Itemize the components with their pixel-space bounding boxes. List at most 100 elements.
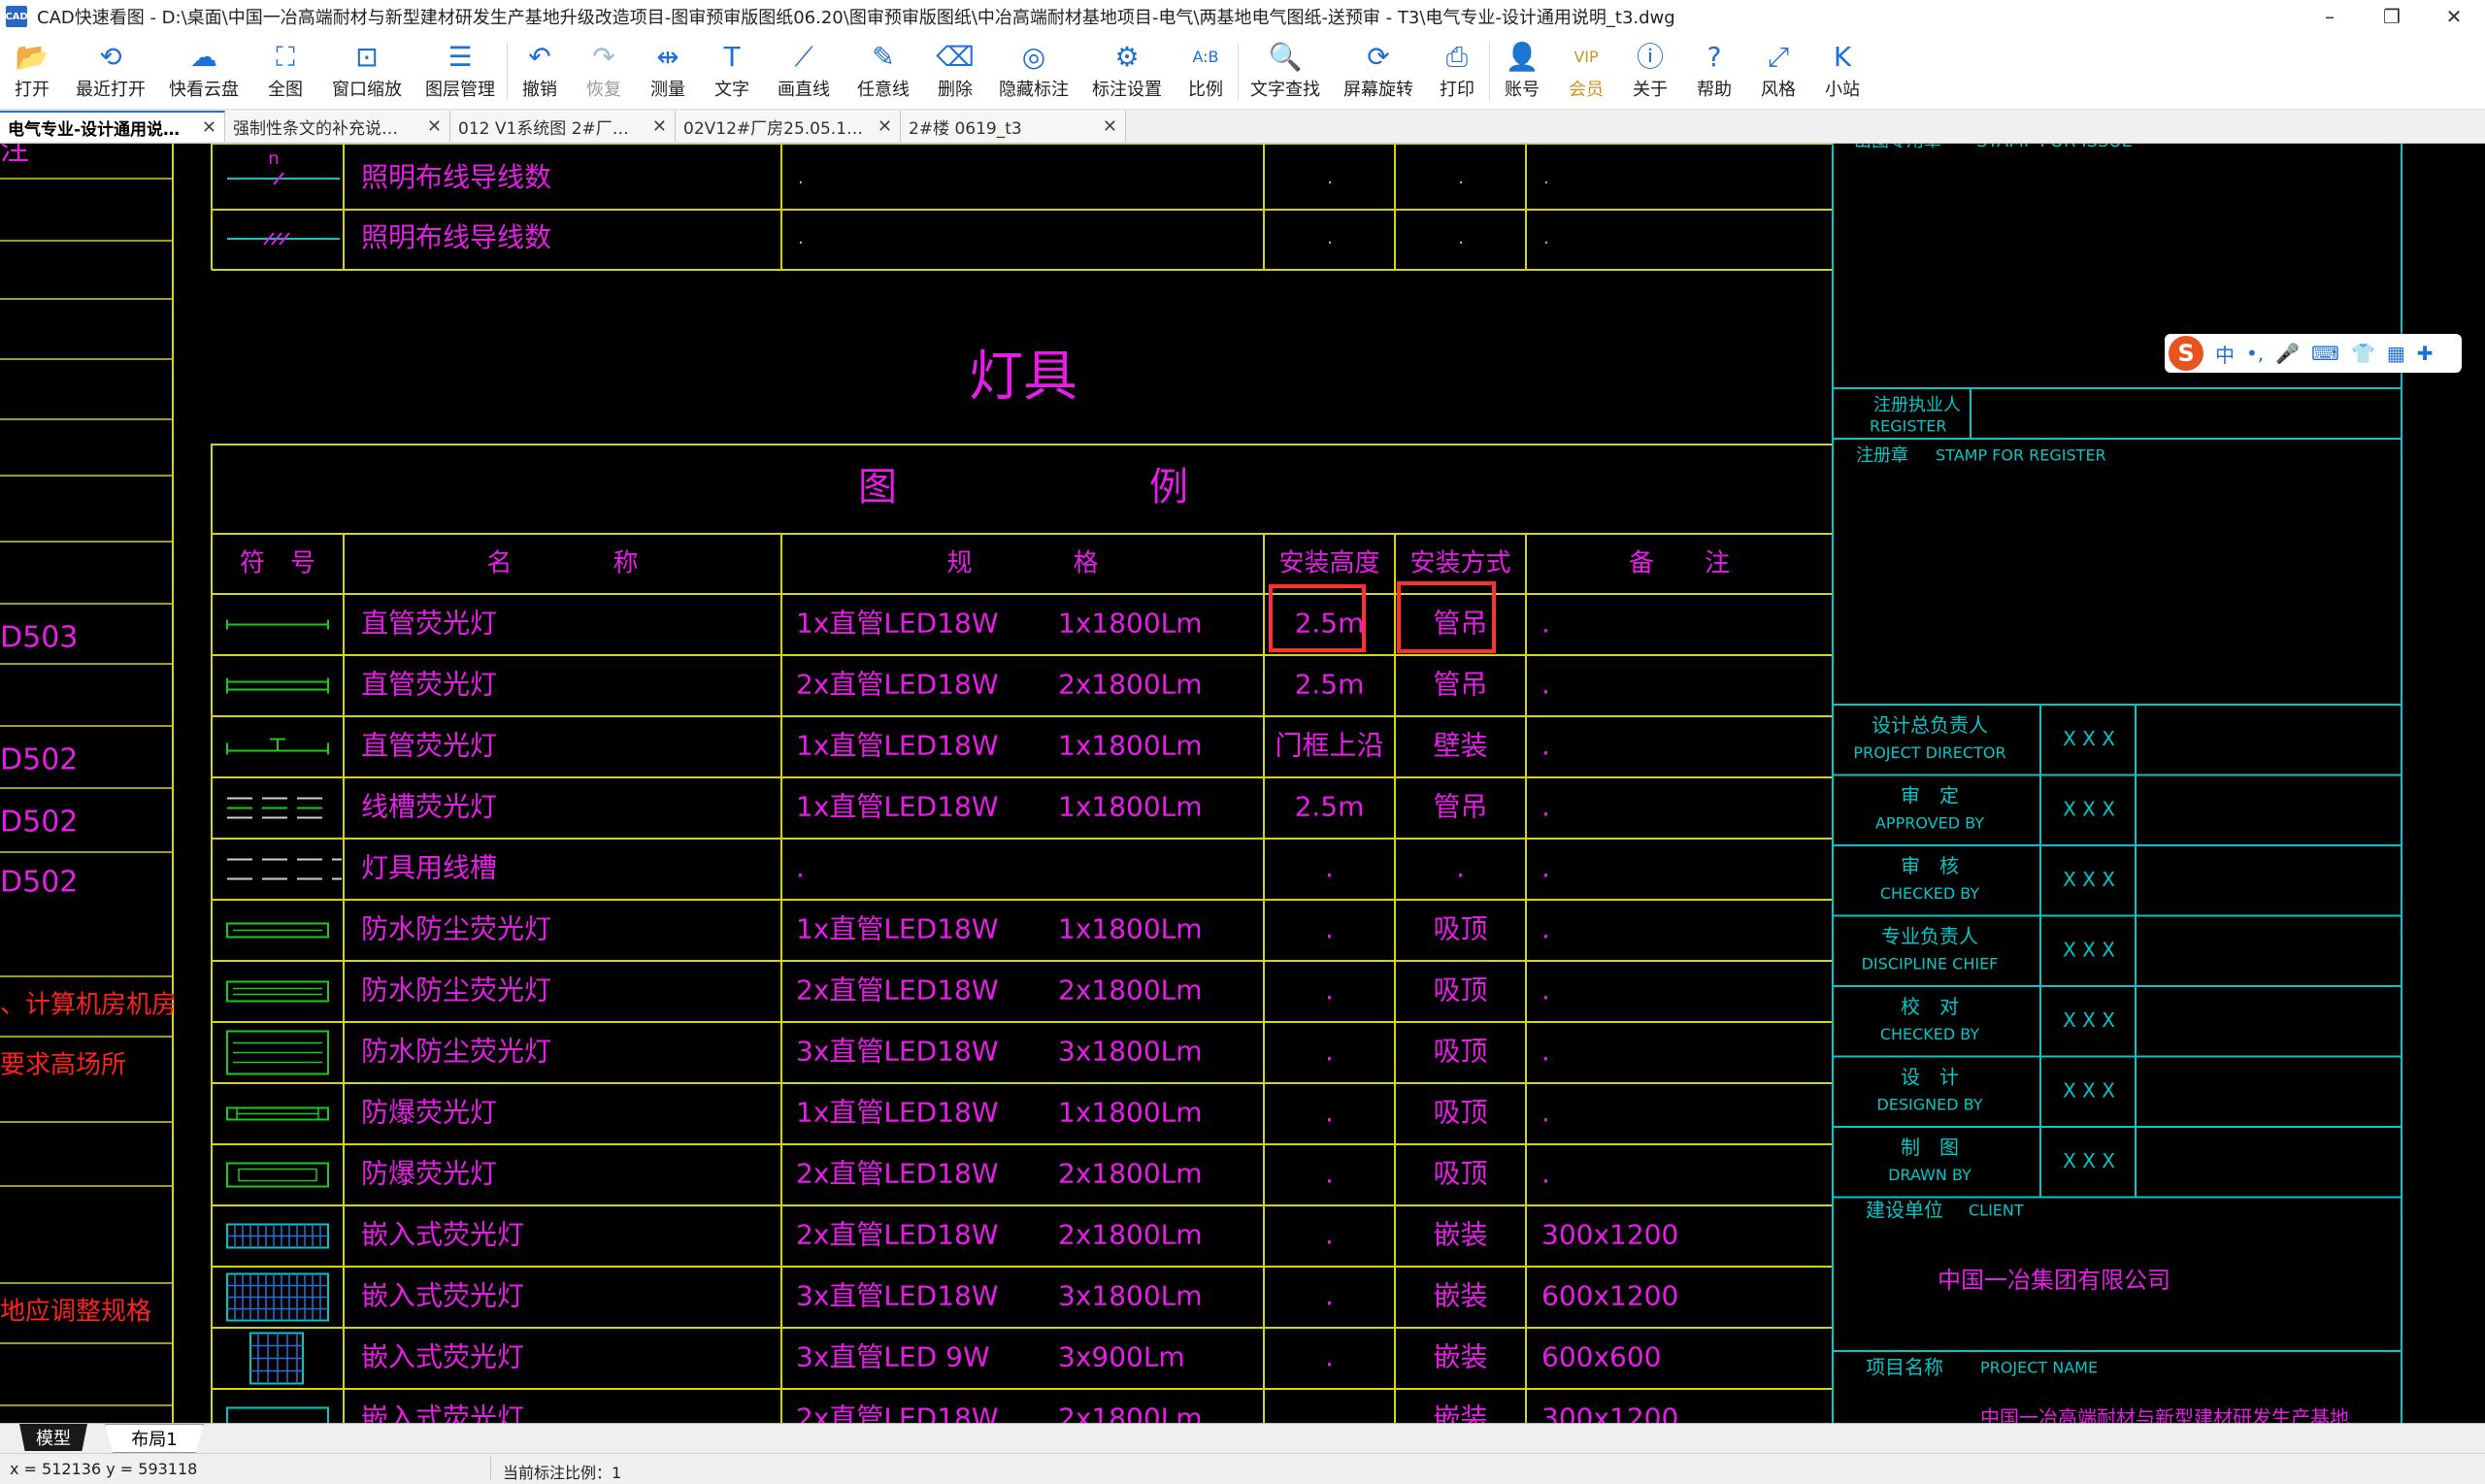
left-strip-label: 地应调整规格 (0, 1298, 151, 1327)
vip-button[interactable]: VIP 会员 (1554, 33, 1618, 109)
lamp-spec-lumen: 2x1800Lm (1058, 1402, 1203, 1424)
redo-button[interactable]: ↷ 恢复 (572, 33, 636, 109)
maximize-button[interactable]: ❐ (2361, 0, 2423, 33)
ime-toolbar[interactable]: S 中 •, 🎤 ⌨ 👕 ▦ ✚ (2165, 334, 2462, 373)
model-tab[interactable]: 模型 (19, 1424, 87, 1451)
tab-close-icon[interactable]: ✕ (427, 116, 442, 137)
role-en: CHECKED BY (1880, 1025, 1980, 1043)
close-button[interactable]: ✕ (2423, 0, 2485, 33)
ime-microphone-icon[interactable]: 🎤 (2275, 342, 2300, 365)
ime-skin-icon[interactable]: 👕 (2351, 342, 2375, 365)
measure-button[interactable]: ⇹ 测量 (636, 33, 700, 109)
mini-station-button[interactable]: K 小站 (1810, 33, 1874, 109)
about-label: 关于 (1633, 80, 1668, 100)
lamp-remark: . (1541, 1036, 1550, 1068)
text-search-button[interactable]: 🔍 文字查找 (1239, 33, 1332, 109)
minimize-button[interactable]: – (2299, 0, 2361, 33)
document-tab[interactable]: 强制性条文的补充说… ✕ (225, 111, 450, 142)
layer-manager-icon: ☰ (447, 41, 473, 73)
client-en: CLIENT (1969, 1202, 2024, 1220)
status-divider (490, 1457, 491, 1480)
lamp-install-height: 门框上沿 (1275, 730, 1383, 762)
help-label: 帮助 (1697, 80, 1732, 100)
document-tab[interactable]: 2#楼 0619_t3 ✕ (901, 111, 1126, 142)
role-en: DESIGNED BY (1876, 1095, 1982, 1113)
delete-label: 删除 (938, 80, 973, 100)
document-tab[interactable]: 电气专业-设计通用说… ✕ (0, 111, 225, 142)
delete-icon: ⌫ (936, 41, 975, 73)
draw-line-button[interactable]: ⟋ 画直线 (764, 33, 844, 109)
document-tab[interactable]: 012 V1系统图 2#厂房… ✕ (450, 111, 676, 142)
help-button[interactable]: ? 帮助 (1682, 33, 1746, 109)
cloud-button[interactable]: ☁ 快看云盘 (157, 33, 250, 109)
full-view-button[interactable]: ⛶ 全图 (250, 33, 320, 109)
ime-punctuation-icon[interactable]: •, (2246, 342, 2264, 365)
lamp-spec-lumen: 2x1800Lm (1058, 974, 1203, 1006)
lamp-install-method: . (1456, 852, 1465, 884)
tab-close-icon[interactable]: ✕ (202, 117, 216, 138)
print-button[interactable]: ⎙ 打印 (1425, 33, 1489, 109)
ime-apps-icon[interactable]: ▦ (2387, 342, 2405, 365)
lamp-spec-power: 3x直管LED18W (796, 1280, 999, 1312)
lamp-spec-power: 1x直管LED18W (796, 608, 999, 640)
lamp-spec-lumen: 3x1800Lm (1058, 1036, 1203, 1068)
annotation-settings-button[interactable]: ⚙ 标注设置 (1080, 33, 1174, 109)
document-tab[interactable]: 02V12#厂房25.05.19_… ✕ (676, 111, 901, 142)
draw-line-icon: ⟋ (794, 41, 813, 73)
style-button[interactable]: ⤢ 风格 (1746, 33, 1810, 109)
window-zoom-button[interactable]: ⊡ 窗口缩放 (320, 33, 414, 109)
top-row-dot: . (1543, 228, 1549, 248)
hide-annotation-button[interactable]: ◎ 隐藏标注 (987, 33, 1080, 109)
undo-button[interactable]: ↶ 撤销 (508, 33, 572, 109)
lamp-spec-lumen: 3x1800Lm (1058, 1280, 1203, 1312)
stamp-register-en: STAMP FOR REGISTER (1936, 446, 2106, 465)
lamp-name: 防爆荧光灯 (361, 1158, 497, 1190)
open-button[interactable]: 📂 打开 (0, 33, 64, 109)
legend-title-right: 例 (1149, 465, 1188, 510)
freehand-label: 任意线 (857, 80, 910, 100)
drawing-canvas[interactable]: 注 D503 D502 D502 D502 、计算机房机房 要求高场所 地应调整规格 n 照明布线… (0, 144, 2485, 1423)
text-button[interactable]: T 文字 (700, 33, 764, 109)
recent-button[interactable]: ⟲ 最近打开 (64, 33, 157, 109)
client-cn: 建设单位 (1866, 1199, 1943, 1222)
about-button[interactable]: ⓘ 关于 (1618, 33, 1682, 109)
account-button[interactable]: 👤 账号 (1490, 33, 1554, 109)
lamp-install-method: 管吊 (1433, 791, 1487, 823)
open-icon: 📂 (15, 41, 50, 73)
freehand-button[interactable]: ✎ 任意线 (844, 33, 923, 109)
lamp-install-height: 2.5m (1295, 669, 1365, 701)
account-label: 账号 (1505, 80, 1540, 100)
tab-close-icon[interactable]: ✕ (1103, 116, 1117, 137)
layer-manager-button[interactable]: ☰ 图层管理 (414, 33, 507, 109)
tab-label: 2#楼 0619_t3 (909, 118, 1022, 139)
lamp-install-method: 吸顶 (1433, 913, 1487, 945)
lamp-name: 嵌入式荧光灯 (361, 1280, 524, 1312)
window-zoom-label: 窗口缩放 (332, 80, 402, 100)
ime-tools-icon[interactable]: ✚ (2417, 342, 2434, 365)
layout1-tab[interactable]: 布局1 (105, 1424, 204, 1453)
role-en: DISCIPLINE CHIEF (1862, 954, 1999, 973)
screen-rotate-button[interactable]: ⟳ 屏幕旋转 (1332, 33, 1425, 109)
redo-label: 恢复 (586, 80, 621, 100)
lamp-spec-power: 2x直管LED18W (796, 1158, 999, 1190)
redo-icon: ↷ (592, 41, 615, 73)
sogou-logo-icon[interactable]: S (2169, 336, 2203, 371)
draw-line-label: 画直线 (778, 80, 830, 100)
app-logo-icon: CAD (5, 6, 28, 27)
lamp-symbol (226, 980, 329, 1003)
about-icon: ⓘ (1636, 41, 1664, 73)
client-name: 中国一冶集团有限公司 (1938, 1267, 2170, 1294)
tab-close-icon[interactable]: ✕ (652, 116, 667, 137)
lamp-spec-lumen: 3x900Lm (1058, 1341, 1185, 1373)
ime-keyboard-icon[interactable]: ⌨ (2311, 342, 2339, 365)
delete-button[interactable]: ⌫ 删除 (923, 33, 987, 109)
scale-button[interactable]: A:B 比例 (1174, 33, 1238, 109)
ime-language-toggle[interactable]: 中 (2215, 340, 2235, 368)
lamp-spec-lumen: 1x1800Lm (1058, 608, 1203, 640)
tab-close-icon[interactable]: ✕ (878, 116, 892, 137)
tab-label: 02V12#厂房25.05.19_… (683, 118, 870, 139)
role-value: X X X (2063, 797, 2115, 820)
lamp-spec-power: 1x直管LED18W (796, 913, 999, 945)
lamp-install-height: 2.5m (1295, 791, 1365, 823)
recent-icon: ⟲ (99, 41, 122, 73)
